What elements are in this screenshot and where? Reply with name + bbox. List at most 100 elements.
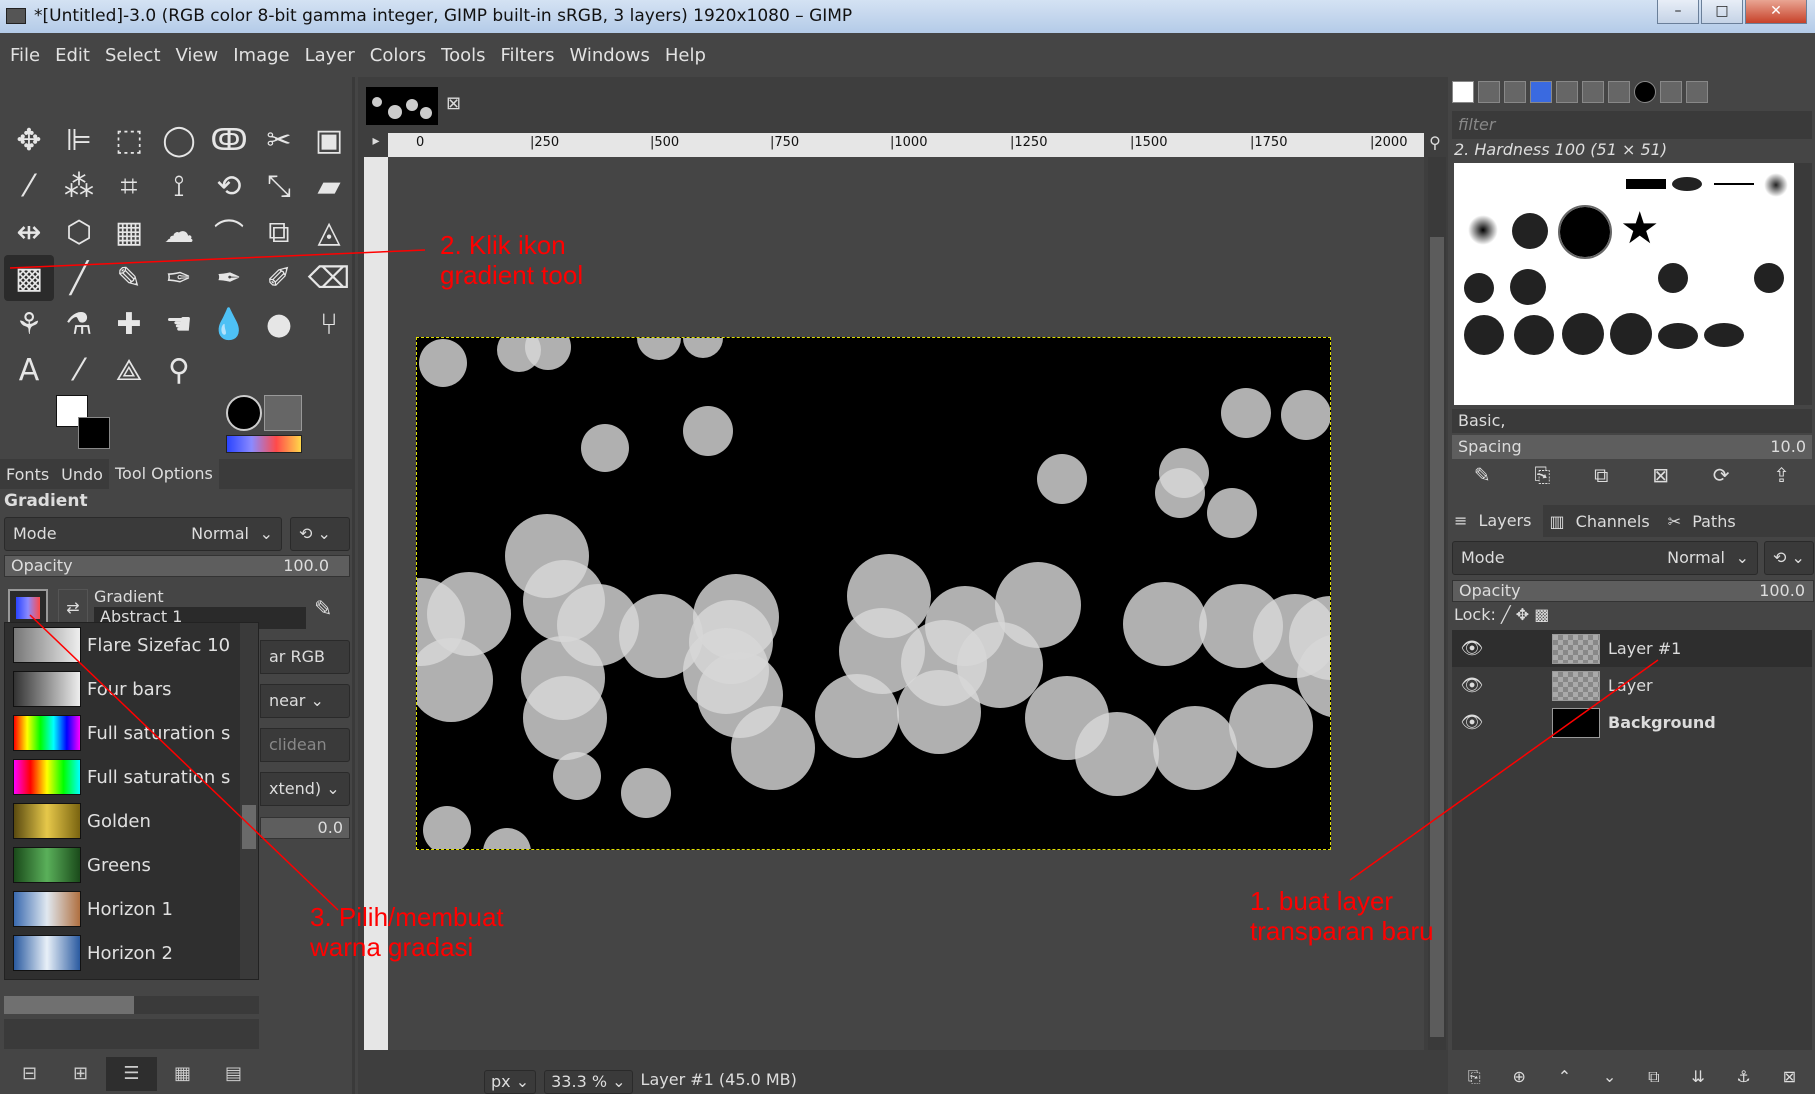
brush-filter-input[interactable]: filter bbox=[1452, 111, 1812, 139]
refresh-brushes-icon[interactable]: ⟳ bbox=[1713, 463, 1730, 495]
scrollbar-thumb[interactable] bbox=[4, 996, 134, 1014]
duplicate-brush-icon[interactable]: ⧉ bbox=[1594, 463, 1608, 495]
edit-brush-icon[interactable]: ✎ bbox=[1474, 463, 1491, 495]
active-pattern-preview[interactable] bbox=[264, 395, 302, 431]
ink-tool-icon[interactable]: ✒ bbox=[204, 255, 254, 301]
tab-paths[interactable]: ✂ Paths bbox=[1662, 512, 1748, 531]
tool-presets-tab-icon[interactable] bbox=[1608, 81, 1630, 103]
unit-select[interactable]: px ⌄ bbox=[484, 1070, 537, 1094]
lock-position-icon[interactable]: ✥ bbox=[1516, 605, 1529, 624]
airbrush-icon[interactable]: ✑ bbox=[154, 255, 204, 301]
menu-colors[interactable]: Colors bbox=[370, 45, 426, 66]
brush-swatch[interactable] bbox=[1464, 273, 1494, 303]
blend-color-space-select[interactable]: ar RGB ⌄ bbox=[260, 640, 350, 698]
crop-tool-icon[interactable]: ⌗ bbox=[104, 163, 154, 209]
menu-layer[interactable]: Layer bbox=[305, 45, 355, 66]
menu-file[interactable]: File bbox=[10, 45, 40, 66]
paint-dynamics-tab-icon[interactable] bbox=[1556, 81, 1578, 103]
images-tab-icon[interactable] bbox=[1686, 81, 1708, 103]
close-button[interactable]: ✕ bbox=[1745, 0, 1807, 24]
free-select-icon[interactable]: ↂ bbox=[204, 117, 254, 163]
brush-swatch[interactable] bbox=[1704, 323, 1744, 347]
offset-slider[interactable]: 0.0 bbox=[260, 817, 350, 839]
zoom-select[interactable]: 33.3 % ⌄ bbox=[544, 1070, 633, 1094]
warp-transform-icon[interactable]: ☁ bbox=[154, 209, 204, 255]
menu-help[interactable]: Help bbox=[665, 45, 706, 66]
mode-select[interactable]: Mode Normal ⌄ bbox=[4, 517, 282, 551]
pencil-icon[interactable]: ✎ bbox=[104, 255, 154, 301]
visibility-eye-icon[interactable]: 👁 bbox=[1452, 712, 1492, 733]
lock-alpha-icon[interactable]: ▩ bbox=[1534, 605, 1549, 624]
grid-view-icon[interactable]: ▦ bbox=[157, 1057, 208, 1091]
gradient-item[interactable]: Full saturation s bbox=[5, 711, 258, 755]
gradient-filter-field[interactable] bbox=[4, 1019, 259, 1049]
handle-transform-icon[interactable]: ⧉ bbox=[254, 209, 304, 255]
gradient-list-scrollbar[interactable] bbox=[240, 623, 258, 979]
close-tab-icon[interactable]: ⊠ bbox=[446, 93, 461, 114]
raise-layer-icon[interactable]: ⌃ bbox=[1558, 1067, 1571, 1093]
brush-tag-field[interactable]: Basic, bbox=[1452, 409, 1812, 433]
open-brush-icon[interactable]: ⇪ bbox=[1773, 463, 1790, 495]
tab-channels[interactable]: ▥ Channels bbox=[1543, 512, 1661, 531]
image-tab[interactable]: ⊠ bbox=[366, 83, 466, 127]
rotate-tool-icon[interactable]: ⟲ bbox=[204, 163, 254, 209]
paintbrush-icon[interactable]: ╱ bbox=[54, 255, 104, 301]
zoom-image-icon[interactable]: ⚲ bbox=[1424, 133, 1446, 157]
layer-opacity-slider[interactable]: Opacity 100.0 bbox=[1452, 580, 1814, 602]
delete-layer-icon[interactable]: ⊠ bbox=[1783, 1067, 1796, 1093]
menu-filters[interactable]: Filters bbox=[501, 45, 555, 66]
eraser-icon[interactable]: ⌫ bbox=[304, 255, 354, 301]
layer-row[interactable]: 👁 Layer bbox=[1452, 667, 1812, 704]
rect-select-icon[interactable]: ⬚ bbox=[104, 117, 154, 163]
visibility-eye-icon[interactable]: 👁 bbox=[1452, 675, 1492, 696]
zoom-out-icon[interactable]: ⊟ bbox=[4, 1057, 55, 1091]
gradient-item[interactable]: Horizon 2 bbox=[5, 931, 258, 975]
scrollbar-thumb[interactable] bbox=[242, 805, 256, 849]
lower-layer-icon[interactable]: ⌄ bbox=[1603, 1067, 1616, 1093]
shear-tool-icon[interactable]: ▰ bbox=[304, 163, 354, 209]
brush-swatch[interactable] bbox=[1610, 313, 1652, 355]
tab-layers[interactable]: ≡ Layers bbox=[1448, 505, 1544, 537]
lock-pixels-icon[interactable]: ╱ bbox=[1501, 605, 1511, 624]
visibility-eye-icon[interactable]: 👁 bbox=[1452, 638, 1492, 659]
brush-swatch[interactable] bbox=[1754, 263, 1784, 293]
fg-bg-colors[interactable] bbox=[52, 395, 122, 451]
menu-edit[interactable]: Edit bbox=[55, 45, 90, 66]
gradient-item[interactable]: Horizon 1 bbox=[5, 887, 258, 931]
gradient-view-icon[interactable]: ▤ bbox=[208, 1057, 259, 1091]
layer-mode-select[interactable]: Mode Normal ⌄ bbox=[1452, 541, 1758, 575]
repeat-select[interactable]: xtend) ⌄ bbox=[260, 772, 350, 806]
active-gradient-preview[interactable] bbox=[226, 435, 302, 453]
duplicate-layer-icon[interactable]: ⧉ bbox=[1648, 1067, 1659, 1093]
dodge-burn-icon[interactable]: ● bbox=[254, 301, 304, 347]
fonts-tab-icon[interactable] bbox=[1504, 81, 1526, 103]
measure-tool-icon[interactable]: ⟁ bbox=[104, 347, 154, 393]
layer-row[interactable]: 👁 Layer #1 bbox=[1452, 630, 1812, 667]
brush-swatch[interactable] bbox=[1658, 263, 1688, 293]
perspective-tool-icon[interactable]: ⬡ bbox=[54, 209, 104, 255]
merge-down-icon[interactable]: ⇊ bbox=[1691, 1067, 1704, 1093]
scissors-select-icon[interactable]: ✂ bbox=[254, 117, 304, 163]
align-tool-icon[interactable]: ⊫ bbox=[54, 117, 104, 163]
move-tool-icon[interactable]: ✥ bbox=[4, 117, 54, 163]
zoom-in-icon[interactable]: ⊞ bbox=[55, 1057, 106, 1091]
brush-swatch[interactable] bbox=[1626, 179, 1666, 189]
paths-tool-icon[interactable]: ⑂ bbox=[304, 301, 354, 347]
reverse-gradient-button[interactable]: ⇄ bbox=[58, 589, 88, 625]
brush-swatch[interactable] bbox=[1468, 215, 1498, 245]
cage-transform-icon[interactable]: ▦ bbox=[104, 209, 154, 255]
gradient-item[interactable]: Full saturation s bbox=[5, 755, 258, 799]
brush-swatch[interactable] bbox=[1764, 173, 1788, 197]
background-color[interactable] bbox=[78, 417, 110, 449]
scale-tool-icon[interactable]: ⤡ bbox=[254, 163, 304, 209]
menu-tools[interactable]: Tools bbox=[441, 45, 485, 66]
new-brush-icon[interactable]: ⎘ bbox=[1534, 463, 1550, 495]
fuzzy-select-icon[interactable]: ⁄ bbox=[4, 163, 54, 209]
brush-editor-tab-icon[interactable] bbox=[1634, 81, 1656, 103]
brush-swatch[interactable] bbox=[1514, 315, 1554, 355]
text-tool-icon[interactable]: A bbox=[4, 347, 54, 393]
brush-grid[interactable]: ★ bbox=[1454, 163, 1794, 405]
tab-fonts[interactable]: Fonts bbox=[0, 465, 55, 484]
ellipse-select-icon[interactable]: ◯ bbox=[154, 117, 204, 163]
menu-select[interactable]: Select bbox=[105, 45, 161, 66]
